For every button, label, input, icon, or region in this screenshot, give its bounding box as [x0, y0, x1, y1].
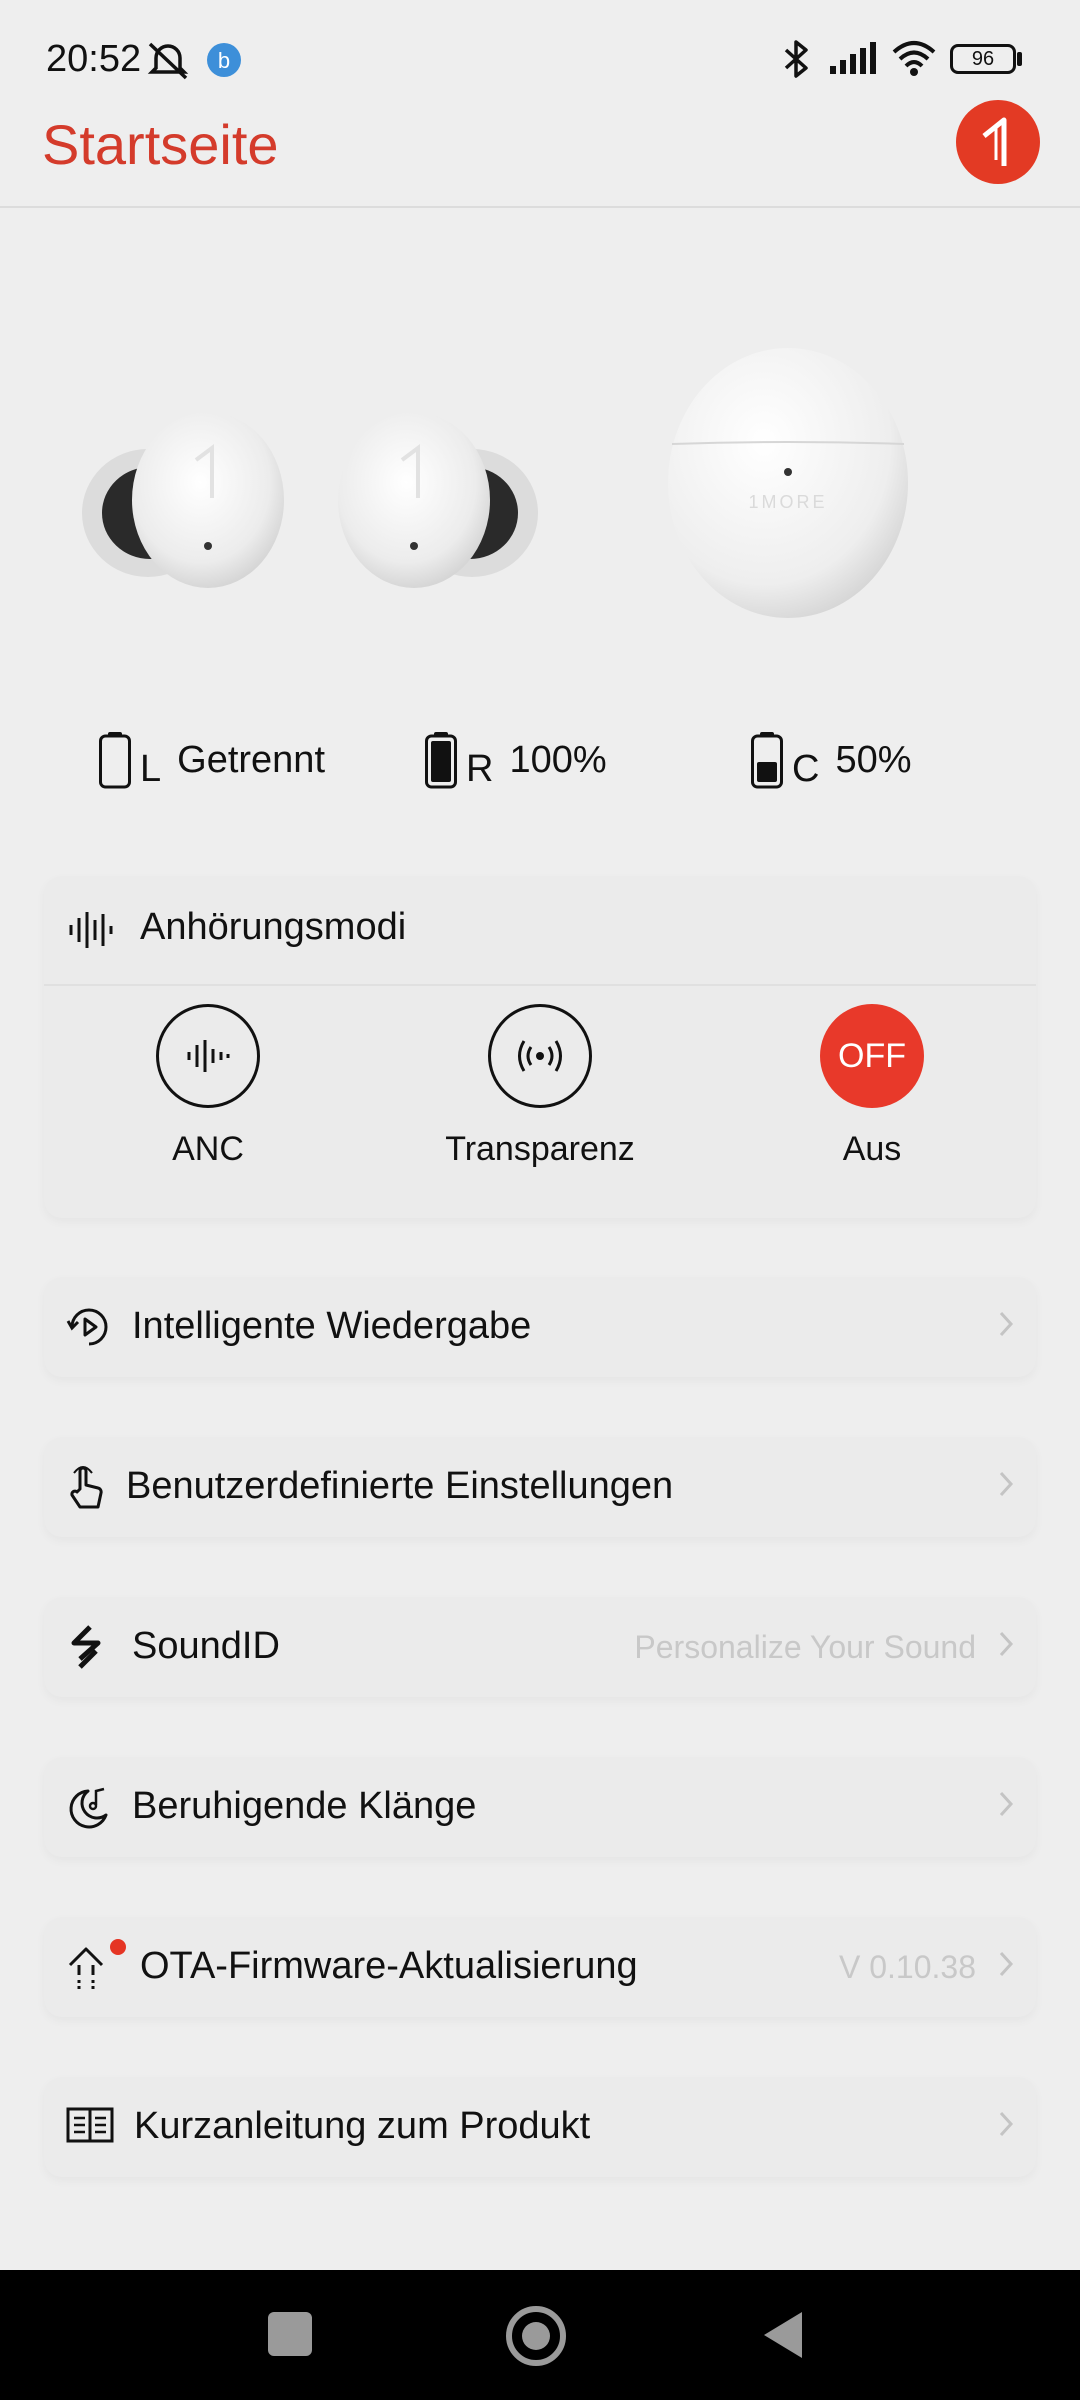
chevron-right-icon — [999, 1791, 1014, 1817]
battery-full-icon — [425, 732, 457, 789]
svg-text:b: b — [218, 48, 230, 73]
battery-left-side: L — [140, 747, 162, 790]
back-icon[interactable] — [760, 2310, 806, 2360]
battery-half-icon — [751, 732, 783, 789]
menu-custom-settings[interactable]: Benutzerdefinierte Einstellungen — [44, 1437, 1036, 1537]
bluetooth-icon — [784, 40, 808, 78]
menu-ota-update-value: V 0.10.38 — [839, 1949, 976, 1985]
chevron-right-icon — [999, 2111, 1014, 2137]
status-time: 20:52 — [46, 38, 142, 80]
battery-empty-icon — [99, 732, 131, 789]
listening-modes-title: Anhörungsmodi — [140, 906, 407, 948]
mute-icon — [147, 42, 189, 80]
listening-modes-header: Anhörungsmodi — [44, 876, 1036, 986]
touch-gesture-icon — [70, 1466, 103, 1509]
menu-soothing-sounds-label: Beruhigende Klänge — [132, 1785, 477, 1827]
battery-icon: 96 — [950, 44, 1016, 74]
battery-left: L Getrennt — [98, 725, 325, 795]
home-button-inner — [522, 2322, 550, 2350]
battery-right-side: R — [466, 747, 494, 790]
menu-quick-guide-label: Kurzanleitung zum Produkt — [134, 2105, 591, 2147]
battery-left-status: Getrennt — [177, 738, 326, 781]
wifi-icon — [892, 41, 936, 76]
battery-case-status: 50% — [835, 738, 912, 781]
soundid-icon — [71, 1625, 101, 1669]
menu-soothing-sounds[interactable]: Beruhigende Klänge — [44, 1757, 1036, 1857]
device-illustration: 1MORE — [0, 320, 1080, 640]
menu-quick-guide[interactable]: Kurzanleitung zum Produkt — [44, 2077, 1036, 2177]
battery-level-text: 96 — [971, 48, 995, 70]
menu-smart-playback[interactable]: Intelligente Wiedergabe — [44, 1277, 1036, 1377]
1more-logo-icon — [982, 117, 1007, 166]
chevron-right-icon — [999, 1631, 1014, 1657]
battery-case: C 50% — [750, 725, 912, 795]
anc-waveform-icon — [187, 1040, 230, 1072]
menu-ota-update[interactable]: OTA-Firmware-Aktualisierung V 0.10.38 — [44, 1917, 1036, 2017]
menu-soundid[interactable]: SoundID Personalize Your Sound — [44, 1597, 1036, 1697]
app-b-icon: b — [207, 43, 241, 77]
recent-apps-button[interactable] — [268, 2312, 312, 2356]
mode-anc[interactable]: ANC — [88, 1004, 328, 1169]
mode-transparency[interactable]: Transparenz — [420, 1004, 660, 1169]
menu-soundid-value: Personalize Your Sound — [634, 1629, 976, 1665]
mode-transparency-label: Transparenz — [445, 1130, 635, 1168]
app-header: Startseite — [0, 100, 1080, 208]
battery-status-row: L Getrennt R 100% C 50% — [0, 725, 1080, 795]
battery-right-status: 100% — [509, 738, 607, 781]
mode-off-button[interactable]: OFF — [820, 1004, 924, 1108]
svg-text:1MORE: 1MORE — [748, 492, 827, 512]
mode-off[interactable]: OFF Aus — [752, 1004, 992, 1169]
earbuds-image: 1MORE — [82, 348, 908, 618]
update-badge — [110, 1939, 126, 1955]
menu-custom-settings-label: Benutzerdefinierte Einstellungen — [126, 1465, 674, 1507]
menu-ota-update-label: OTA-Firmware-Aktualisierung — [140, 1945, 638, 1987]
brand-logo-button[interactable] — [956, 100, 1040, 184]
mode-off-label: Aus — [842, 1130, 902, 1168]
home-button[interactable] — [506, 2306, 566, 2366]
menu-smart-playback-label: Intelligente Wiedergabe — [132, 1305, 532, 1347]
listening-modes-card: Anhörungsmodi ANC Transparenz OFF Aus — [44, 876, 1036, 1218]
moon-music-icon — [69, 1787, 108, 1829]
firmware-update-icon — [68, 1947, 104, 1989]
mode-anc-label: ANC — [172, 1130, 244, 1168]
signal-icon — [830, 42, 876, 74]
battery-case-side: C — [792, 747, 820, 790]
chevron-right-icon — [999, 1311, 1014, 1337]
page-title: Startseite — [42, 113, 279, 176]
battery-tip — [1017, 52, 1022, 66]
status-bar: 20:52 b 96 — [0, 0, 1080, 110]
chevron-right-icon — [999, 1471, 1014, 1497]
transparency-icon — [518, 1040, 562, 1072]
system-nav-bar — [0, 2270, 1080, 2400]
menu-soundid-label: SoundID — [132, 1625, 280, 1667]
sound-wave-icon — [69, 912, 113, 948]
smart-play-icon — [66, 1308, 108, 1346]
chevron-right-icon — [999, 1951, 1014, 1977]
mode-anc-button[interactable] — [156, 1004, 260, 1108]
book-icon — [66, 2107, 114, 2143]
battery-right: R 100% — [424, 725, 607, 795]
mode-transparency-button[interactable] — [488, 1004, 592, 1108]
